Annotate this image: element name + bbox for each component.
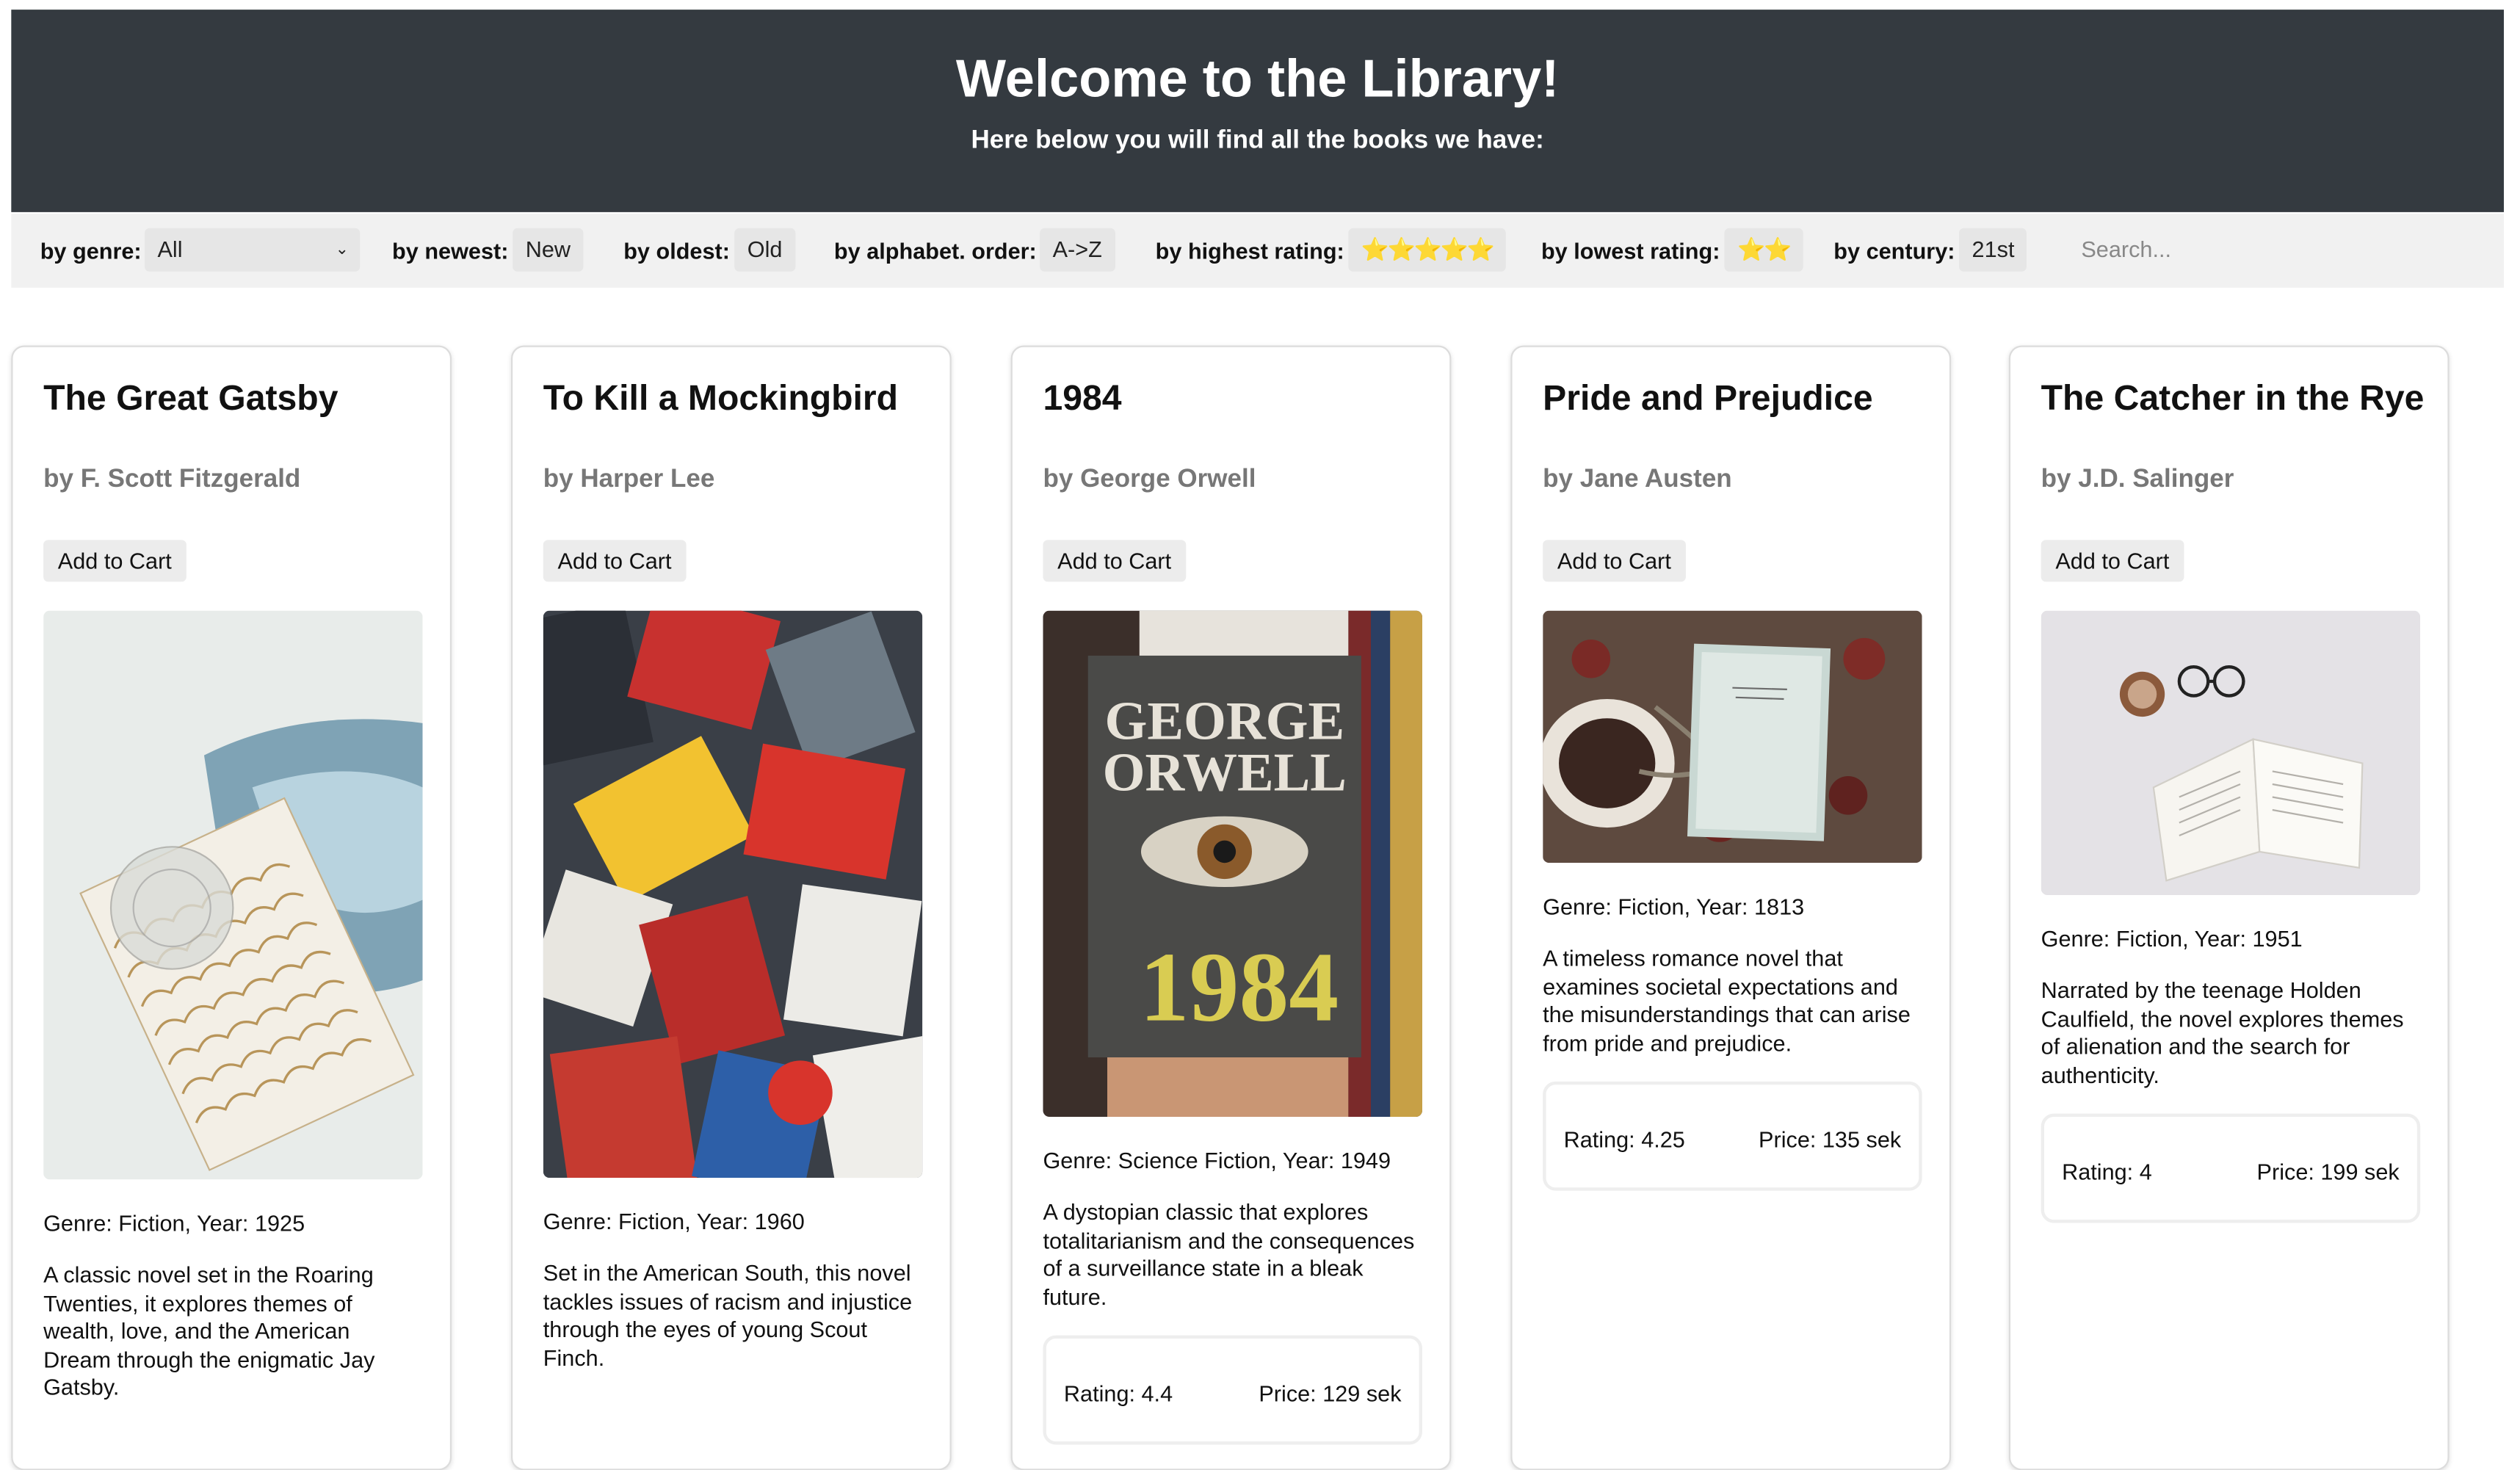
book-meta: Genre: Fiction, Year: 1813 — [1543, 893, 1805, 919]
book-meta: Genre: Science Fiction, Year: 1949 — [1043, 1147, 1391, 1173]
search-input[interactable]: Search... — [2065, 228, 2354, 272]
book-title: 1984 — [1043, 377, 1122, 419]
book-description: A classic novel set in the Roaring Twent… — [43, 1261, 375, 1400]
book-author: by George Orwell — [1043, 466, 1256, 493]
add-to-cart-button[interactable]: Add to Cart — [1043, 540, 1186, 582]
book-author: by Jane Austen — [1543, 466, 1732, 493]
book-rating: Rating: 4.4 — [1063, 1380, 1173, 1406]
rating-price-box: Rating: 4.4 Price: 129 sek — [1043, 1335, 1422, 1445]
add-to-cart-button[interactable]: Add to Cart — [2041, 540, 2184, 582]
rating-price-box: Rating: 4.25 Price: 135 sek — [1543, 1081, 1922, 1191]
book-price: Price: 135 sek — [1759, 1126, 1902, 1153]
oldest-button[interactable]: Old — [734, 228, 795, 272]
cover-title-1984: 1984 — [1140, 933, 1339, 1043]
book-cover-image: GEORGE ORWELL 1984 — [1043, 610, 1422, 1118]
book-card: Pride and Prejudice by Jane Austen Add t… — [1510, 345, 1952, 1470]
book-title: Pride and Prejudice — [1543, 377, 1873, 419]
genre-select-value: All — [157, 236, 183, 262]
book-cover-image — [2041, 610, 2421, 895]
lowest-rating-button[interactable]: ⭐⭐ — [1724, 228, 1803, 272]
book-description: A timeless romance novel that examines s… — [1543, 944, 1911, 1055]
newest-button[interactable]: New — [513, 228, 584, 272]
page-title: Welcome to the Library! — [955, 48, 1560, 108]
add-to-cart-button[interactable]: Add to Cart — [543, 540, 687, 582]
page-header: Welcome to the Library! Here below you w… — [11, 10, 2504, 212]
book-rating: Rating: 4.25 — [1563, 1126, 1685, 1153]
book-title: The Great Gatsby — [43, 377, 338, 419]
book-cover-image — [1543, 610, 1922, 863]
book-author: by F. Scott Fitzgerald — [43, 466, 301, 493]
cover-author-line2: ORWELL — [1103, 743, 1347, 803]
book-card: 1984 by George Orwell Add to Cart GEORGE… — [1010, 345, 1452, 1470]
add-to-cart-button[interactable]: Add to Cart — [43, 540, 187, 582]
book-meta: Genre: Fiction, Year: 1960 — [543, 1208, 805, 1234]
filter-bar: by genre: All ⌄ by newest: New by oldest… — [11, 214, 2504, 288]
book-card: To Kill a Mockingbird by Harper Lee Add … — [511, 345, 952, 1470]
add-to-cart-button[interactable]: Add to Cart — [1543, 540, 1686, 582]
alphabet-filter-label: by alphabet. order: — [833, 237, 1037, 264]
book-price: Price: 199 sek — [2256, 1158, 2400, 1184]
book-meta: Genre: Fiction, Year: 1951 — [2041, 925, 2303, 952]
chevron-down-icon: ⌄ — [335, 241, 349, 259]
genre-filter-label: by genre: — [40, 237, 142, 264]
book-description: Set in the American South, this novel ta… — [543, 1259, 913, 1370]
book-card: The Catcher in the Rye by J.D. Salinger … — [2008, 345, 2450, 1470]
book-price: Price: 129 sek — [1259, 1380, 1402, 1406]
book-author: by J.D. Salinger — [2041, 466, 2234, 493]
book-title: To Kill a Mockingbird — [543, 377, 899, 419]
book-author: by Harper Lee — [543, 466, 715, 493]
century-button[interactable]: 21st — [1959, 228, 2027, 272]
century-filter-label: by century: — [1833, 237, 1955, 264]
book-card: The Great Gatsby by F. Scott Fitzgerald … — [11, 345, 452, 1470]
rating-price-box: Rating: 4 Price: 199 sek — [2041, 1113, 2421, 1223]
book-meta: Genre: Fiction, Year: 1925 — [43, 1209, 305, 1236]
page-subtitle: Here below you will find all the books w… — [971, 126, 1544, 155]
highest-rating-button[interactable]: ⭐⭐⭐⭐⭐ — [1348, 228, 1507, 272]
book-title: The Catcher in the Rye — [2041, 377, 2425, 419]
book-description: Narrated by the teenage Holden Caulfield… — [2041, 977, 2404, 1087]
book-cover-image — [43, 610, 423, 1180]
highest-rating-label: by highest rating: — [1155, 237, 1344, 264]
oldest-filter-label: by oldest: — [623, 237, 730, 264]
newest-filter-label: by newest: — [392, 237, 509, 264]
lowest-rating-label: by lowest rating: — [1540, 237, 1720, 264]
book-cover-image — [543, 610, 923, 1178]
book-rating: Rating: 4 — [2062, 1158, 2152, 1184]
alphabet-order-button[interactable]: A->Z — [1040, 228, 1115, 272]
book-description: A dystopian classic that explores totali… — [1043, 1198, 1415, 1309]
genre-select[interactable]: All ⌄ — [144, 228, 361, 272]
